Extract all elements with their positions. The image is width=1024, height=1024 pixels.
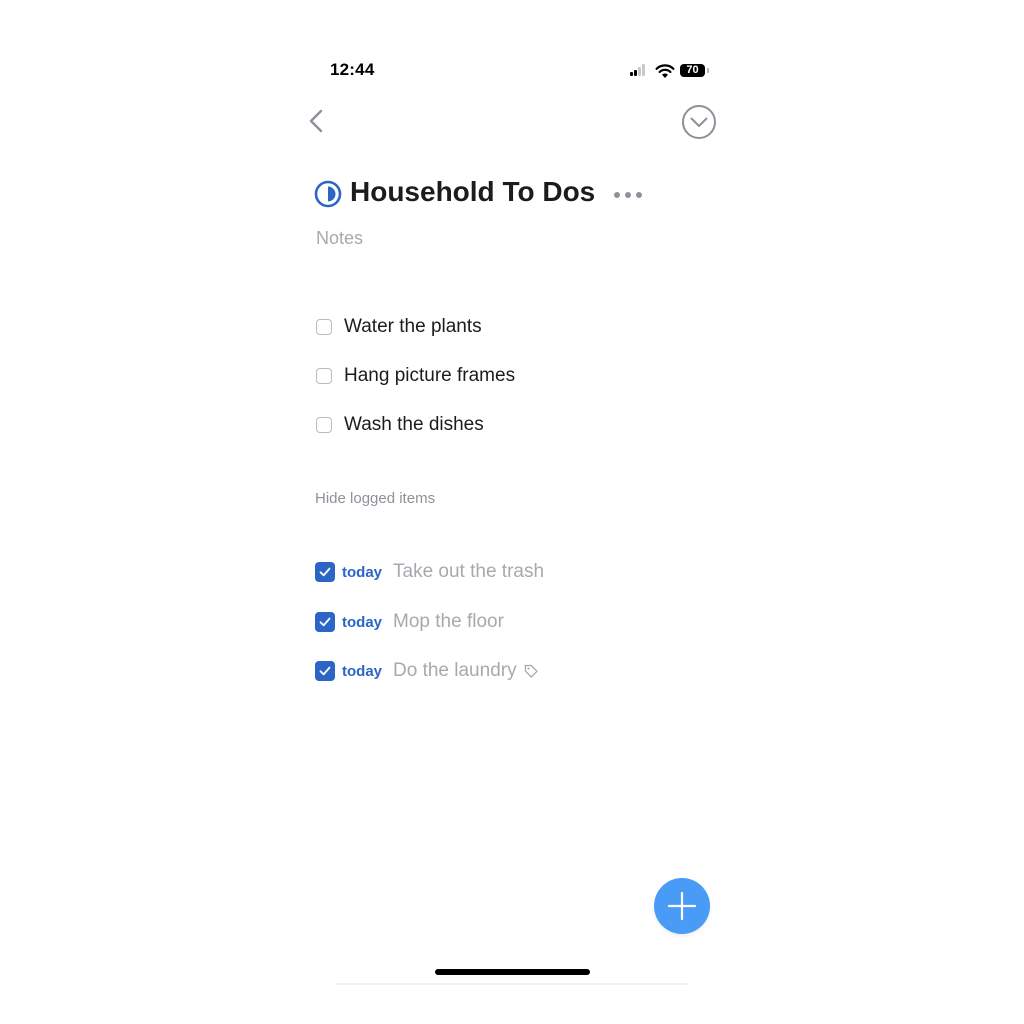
more-options-button[interactable]: [610, 183, 646, 207]
complete-project-button[interactable]: [680, 103, 718, 141]
half-filled-circle-icon: [314, 180, 342, 208]
logged-todo-item[interactable]: today Do the laundry: [315, 656, 539, 686]
todo-title[interactable]: Water the plants: [344, 316, 482, 338]
todo-title[interactable]: Wash the dishes: [344, 414, 484, 436]
logged-todo-title[interactable]: Do the laundry: [393, 660, 517, 682]
circle-chevron-down-icon: [682, 105, 716, 139]
checkmark-icon: [319, 567, 331, 577]
todo-checkbox[interactable]: [316, 417, 332, 433]
todo-item[interactable]: Hang picture frames: [316, 361, 515, 391]
ellipsis-icon: [614, 192, 642, 198]
status-icons: 70: [628, 62, 712, 82]
checked-checkbox[interactable]: [315, 661, 335, 681]
app-screen: 12:44 70 Household To Dos Notes Water th…: [0, 0, 1024, 1024]
when-label: today: [342, 613, 383, 631]
battery-tip: [707, 68, 709, 73]
battery-indicator: 70: [680, 64, 705, 77]
tag-icon: [523, 664, 538, 678]
back-button[interactable]: [300, 104, 334, 138]
todo-checkbox[interactable]: [316, 368, 332, 384]
logged-todo-title[interactable]: Mop the floor: [393, 611, 504, 633]
logged-todo-title[interactable]: Take out the trash: [393, 561, 544, 583]
bottom-divider: [336, 983, 688, 985]
notes-field[interactable]: Notes: [316, 228, 363, 249]
chevron-left-icon: [309, 109, 323, 133]
hide-logged-items-button[interactable]: Hide logged items: [315, 490, 435, 507]
status-time: 12:44: [330, 60, 375, 79]
logged-todo-item[interactable]: today Take out the trash: [315, 557, 544, 587]
todo-item[interactable]: Wash the dishes: [316, 410, 484, 440]
cellular-signal-icon: [628, 62, 648, 80]
checked-checkbox[interactable]: [315, 612, 335, 632]
checkmark-icon: [319, 617, 331, 627]
todo-item[interactable]: Water the plants: [316, 312, 482, 342]
logged-todo-item[interactable]: today Mop the floor: [315, 607, 504, 637]
checkmark-icon: [319, 666, 331, 676]
when-label: today: [342, 662, 383, 680]
page-title[interactable]: Household To Dos: [350, 176, 595, 208]
checked-checkbox[interactable]: [315, 562, 335, 582]
home-indicator: [435, 969, 590, 975]
add-todo-button[interactable]: [654, 878, 710, 934]
todo-title[interactable]: Hang picture frames: [344, 365, 515, 387]
plus-icon: [667, 891, 697, 921]
when-label: today: [342, 563, 383, 581]
wifi-icon: [655, 64, 675, 78]
todo-checkbox[interactable]: [316, 319, 332, 335]
